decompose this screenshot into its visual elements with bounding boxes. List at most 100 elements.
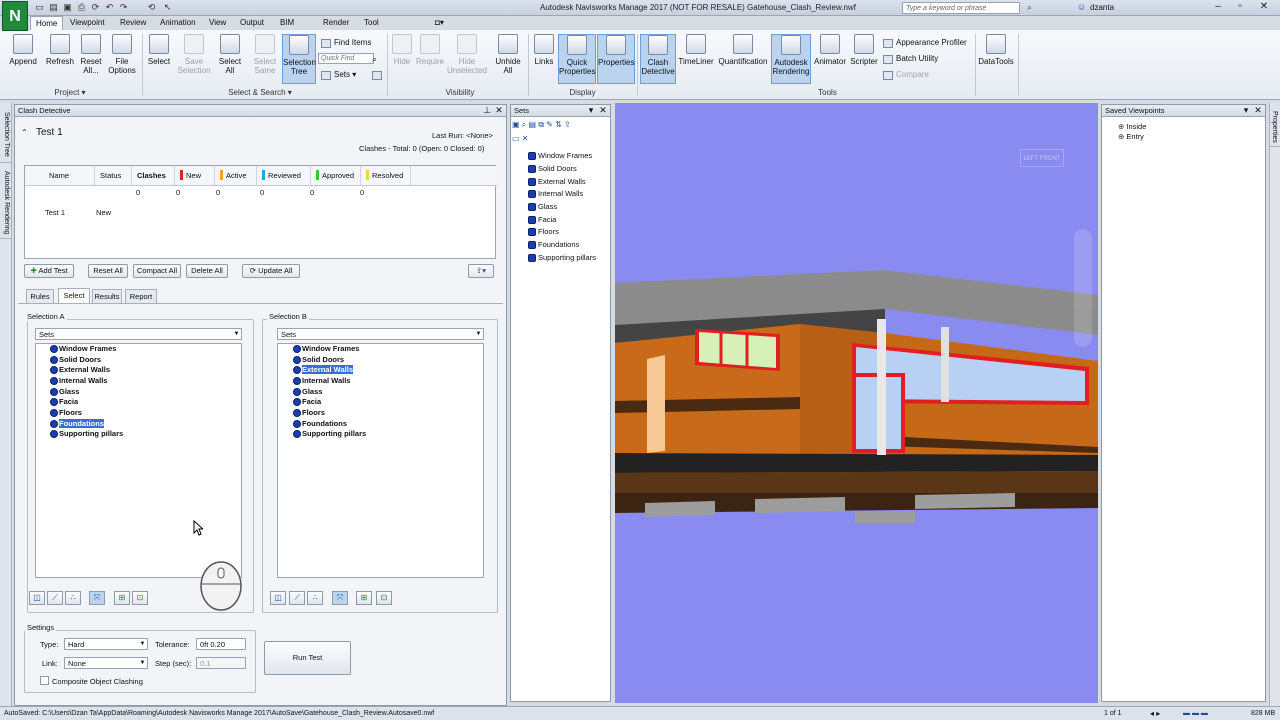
tab-report[interactable]: Report (125, 289, 157, 303)
set-item-foundations[interactable]: Foundations (528, 240, 579, 250)
tab-select[interactable]: Select (58, 288, 90, 304)
set-item-floors[interactable]: Floors (528, 227, 559, 237)
compact-all-button[interactable]: Compact All (133, 264, 181, 278)
selection-a-item-window-frames[interactable]: Window Frames (50, 344, 116, 354)
tolerance-input[interactable]: 0ft 0.20 (196, 638, 246, 650)
clash-detective-button[interactable]: Clash Detective (640, 34, 676, 84)
timeliner-button[interactable]: TimeLiner (677, 34, 715, 84)
sets-dropdown[interactable]: Sets ▾ (321, 70, 356, 80)
tab-bim360[interactable]: BIM 360 (275, 16, 299, 41)
tab-results[interactable]: Results (92, 289, 122, 303)
link-select[interactable]: None ▼ (64, 657, 148, 669)
new-icon[interactable]: ▭ (34, 2, 45, 13)
selection-a-item-glass[interactable]: Glass (50, 387, 79, 397)
selection-a-item-internal-walls[interactable]: Internal Walls (50, 376, 107, 386)
close-icon[interactable]: ✕ (598, 105, 608, 117)
save-selection-button[interactable]: Save Selection (176, 34, 212, 84)
select-in-scene-icon[interactable]: ⊡ (132, 591, 148, 605)
file-options-button[interactable]: File Options (106, 34, 138, 84)
selection-b-item-facia[interactable]: Facia (293, 397, 321, 407)
viewcube[interactable]: LEFT FRONT (1020, 149, 1064, 167)
tab-viewpoint[interactable]: Viewpoint (65, 16, 110, 30)
lines-icon[interactable]: ⟋ (289, 591, 305, 605)
scripter-button[interactable]: Scripter (849, 34, 879, 84)
add-test-button[interactable]: ✚ Add Test (24, 264, 74, 278)
self-intersect-icon[interactable]: ⤧ (332, 591, 348, 605)
lines-icon[interactable]: ⟋ (47, 591, 63, 605)
tab-output[interactable]: Output (235, 16, 269, 30)
find-items-button[interactable]: Find Items (321, 38, 371, 48)
tab-autodesk-rendering[interactable]: Autodesk Rendering (0, 167, 12, 239)
quick-find-search-icon[interactable]: ⌕ (372, 54, 377, 65)
use-current-selection-icon[interactable]: ⊞ (114, 591, 130, 605)
add-comment-icon[interactable]: ✎ (546, 120, 553, 129)
print-icon[interactable]: ⎙ (76, 2, 87, 13)
set-item-glass[interactable]: Glass (528, 202, 557, 212)
select-all-button[interactable]: Select All (216, 34, 244, 84)
selection-a-item-facia[interactable]: Facia (50, 397, 78, 407)
sort-icon[interactable]: ⇅ (555, 120, 562, 129)
set-item-internal-walls[interactable]: Internal Walls (528, 189, 583, 199)
column-header-active[interactable]: Active (215, 166, 257, 186)
column-header-resolved[interactable]: Resolved (361, 166, 411, 186)
tab-render[interactable]: Render (318, 16, 354, 30)
selection-a-item-external-walls[interactable]: External Walls (50, 365, 110, 375)
collapse-icon[interactable]: ⌃ (21, 128, 28, 137)
tab-tool-addins[interactable]: Tool add-ins 1 (359, 16, 385, 69)
refresh-button[interactable]: Refresh (43, 34, 77, 84)
sync-icon[interactable]: ⟲ (146, 2, 157, 13)
search-icon[interactable]: ⌕ (1024, 2, 1035, 13)
user-icon[interactable]: ☺ (1076, 2, 1087, 13)
viewpoint-item-entry[interactable]: ⊕ Entry (1118, 132, 1144, 142)
selection-b-item-glass[interactable]: Glass (293, 387, 322, 397)
selection-b-item-supporting-pillars[interactable]: Supporting pillars (293, 429, 366, 439)
selection-tree-button[interactable]: Selection Tree (282, 34, 316, 84)
appearance-profiler-button[interactable]: Appearance Profiler (883, 38, 967, 48)
viewpoint-item-inside[interactable]: ⊕ Inside (1118, 122, 1146, 132)
batch-utility-button[interactable]: Batch Utility (883, 54, 938, 64)
set-item-supporting-pillars[interactable]: Supporting pillars (528, 253, 596, 263)
reset-all-button[interactable]: Reset All (88, 264, 128, 278)
save-icon[interactable]: ▣ (62, 2, 73, 13)
quick-properties-button[interactable]: Quick Properties (558, 34, 596, 84)
tab-view[interactable]: View (204, 16, 231, 30)
save-selection-icon[interactable]: ▣ (512, 120, 520, 129)
column-header-name[interactable]: Name (25, 166, 95, 186)
animator-button[interactable]: Animator (812, 34, 848, 84)
selection-a-item-foundations[interactable]: Foundations (50, 419, 104, 429)
tab-home[interactable]: Home (30, 16, 64, 30)
reset-all-button[interactable]: Reset All... (78, 34, 104, 84)
redo-icon[interactable]: ↷ (118, 2, 129, 13)
select-same-button[interactable]: Select Same (250, 34, 280, 84)
project-group-label[interactable]: Project ▾ (40, 88, 100, 97)
tab-rules[interactable]: Rules (26, 289, 54, 303)
column-header-approved[interactable]: Approved (311, 166, 361, 186)
hide-unselected-button[interactable]: Hide Unselected (446, 34, 488, 84)
self-intersect-icon[interactable]: ⤧ (89, 591, 105, 605)
tab-animation[interactable]: Animation (155, 16, 201, 30)
composite-checkbox[interactable] (40, 676, 49, 685)
set-item-solid-doors[interactable]: Solid Doors (528, 164, 577, 174)
ribbon-options-icon[interactable]: ◘▾ (430, 16, 449, 30)
pointer-icon[interactable]: ↖ (162, 2, 173, 13)
undo-icon[interactable]: ↶ (104, 2, 115, 13)
update-all-button[interactable]: ⟳ Update All (242, 264, 300, 278)
export-icon[interactable]: ⇪▾ (468, 264, 494, 278)
close-icon[interactable]: ✕ (1253, 105, 1263, 117)
unhide-all-button[interactable]: Unhide All (492, 34, 524, 84)
require-button[interactable]: Require (414, 34, 446, 84)
quick-find-input[interactable]: Quick Find (318, 53, 374, 64)
set-item-facia[interactable]: Facia (528, 215, 556, 225)
app-logo[interactable]: N (2, 1, 28, 31)
dropdown-icon[interactable]: ▾ (586, 105, 596, 117)
selection-b-item-solid-doors[interactable]: Solid Doors (293, 355, 344, 365)
step-input[interactable]: 0.1 (196, 657, 246, 669)
new-folder-icon[interactable]: ▤ (529, 120, 537, 129)
user-name[interactable]: dzanta (1090, 3, 1114, 12)
points-icon[interactable]: ∴ (65, 591, 81, 605)
set-item-window-frames[interactable]: Window Frames (528, 151, 592, 161)
select-search-group-label[interactable]: Select & Search ▾ (215, 88, 305, 97)
delete-icon[interactable]: ✕ (522, 134, 529, 143)
open-icon[interactable]: ▤ (48, 2, 59, 13)
duplicate-icon[interactable]: ⧉ (538, 120, 544, 129)
